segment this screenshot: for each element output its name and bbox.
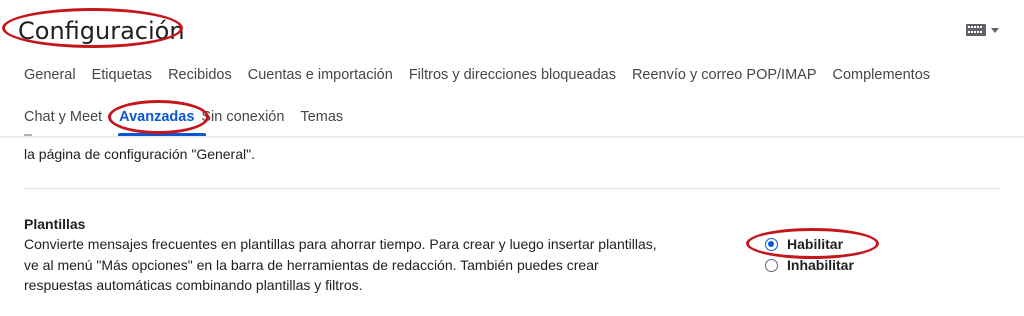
templates-enable-radio[interactable]	[765, 237, 778, 251]
tab-accounts-import[interactable]: Cuentas e importación	[248, 60, 393, 90]
chevron-down-icon	[991, 27, 999, 33]
tab-advanced[interactable]: Avanzadas	[119, 102, 194, 132]
settings-tabs-row-2: Chat y Meet Avanzadas Sin conexión Temas	[24, 102, 359, 132]
tab-chat-meet[interactable]: Chat y Meet	[24, 102, 102, 132]
tab-addons[interactable]: Complementos	[833, 60, 931, 90]
templates-disable-label: Inhabilitar	[787, 257, 854, 273]
templates-disable-radio[interactable]	[765, 258, 778, 272]
tab-inbox[interactable]: Recibidos	[168, 60, 232, 90]
tabs-divider	[0, 136, 1024, 138]
keyboard-icon	[966, 24, 986, 36]
tab-offline[interactable]: Sin conexión	[201, 102, 284, 132]
templates-description: Convierte mensajes frecuentes en plantil…	[24, 236, 657, 293]
tab-labels[interactable]: Etiquetas	[92, 60, 152, 90]
templates-title: Plantillas	[24, 216, 86, 232]
templates-disable-option[interactable]: Inhabilitar	[765, 257, 854, 273]
tab-themes[interactable]: Temas	[300, 102, 343, 132]
templates-enable-option[interactable]: Habilitar	[765, 236, 843, 252]
page-title: Configuración	[18, 17, 185, 45]
settings-tabs-row-1: General Etiquetas Recibidos Cuentas e im…	[24, 60, 946, 90]
header: Configuración	[0, 0, 1024, 60]
tab-general[interactable]: General	[24, 60, 76, 90]
tab-filters-blocked[interactable]: Filtros y direcciones bloqueadas	[409, 60, 616, 90]
tab-forwarding-pop-imap[interactable]: Reenvío y correo POP/IMAP	[632, 60, 817, 90]
previous-setting-text: la página de configuración "General".	[24, 146, 255, 162]
input-tools-button[interactable]	[966, 24, 999, 36]
templates-enable-label: Habilitar	[787, 236, 844, 252]
section-divider	[24, 188, 999, 189]
